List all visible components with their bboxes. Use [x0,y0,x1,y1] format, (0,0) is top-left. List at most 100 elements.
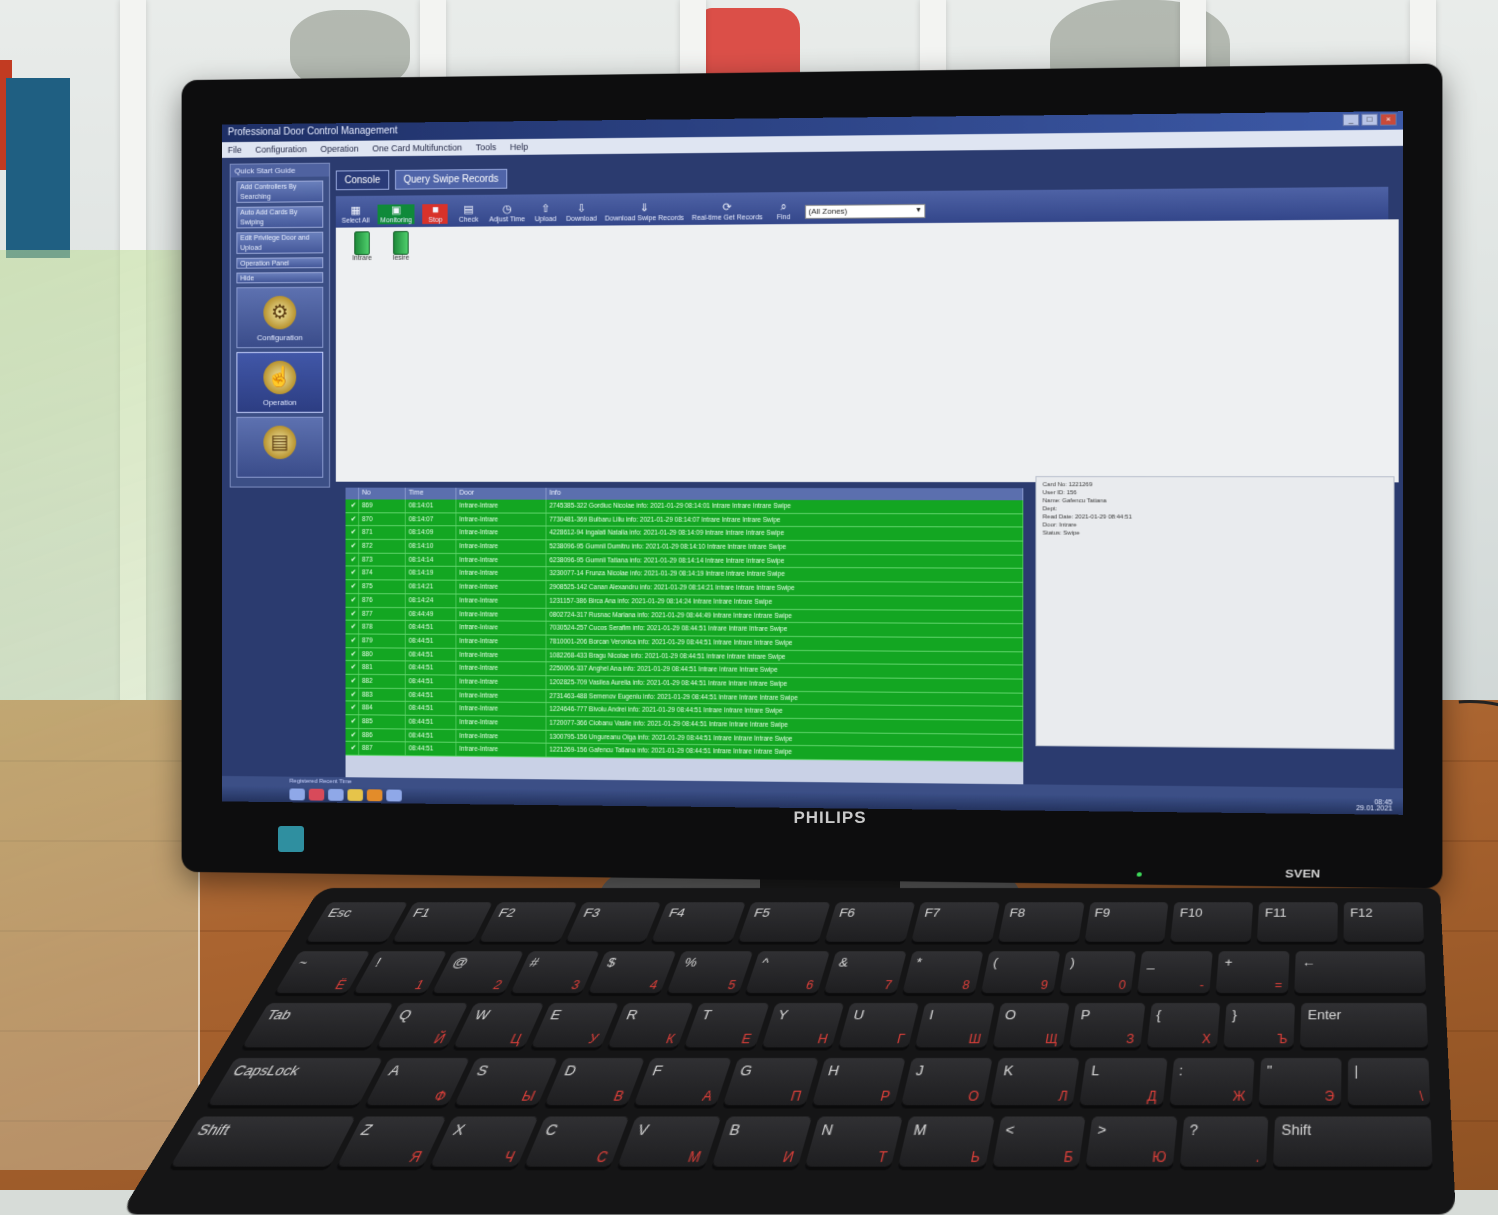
grid-col-no[interactable]: No [359,487,406,500]
key[interactable]: F5 [737,902,831,945]
nav-configuration[interactable]: ⚙ Configuration [236,286,324,349]
folder-icon[interactable] [347,789,363,802]
download-button[interactable]: ⇩ Download [566,203,597,223]
key[interactable]: #3 [508,951,601,997]
menu-configuration[interactable]: Configuration [255,141,307,157]
select-all-button[interactable]: ▦ Select All [342,205,370,225]
key[interactable]: GП [721,1058,819,1109]
key[interactable]: JО [900,1058,993,1109]
key[interactable]: F3 [563,902,662,945]
key[interactable]: < Б [991,1116,1086,1171]
key[interactable]: ?. [1179,1116,1269,1171]
key[interactable]: F1 [390,902,493,945]
key[interactable]: FА [632,1058,732,1109]
door-item[interactable]: Iesire [386,231,415,262]
auto-add-cards-button[interactable]: Auto Add Cards By Swiping [236,206,324,229]
menu-tools[interactable]: Tools [476,139,497,155]
key[interactable]: EУ [528,1003,619,1051]
row-check-icon[interactable]: ✔ [345,607,360,620]
key[interactable]: F10 [1170,902,1254,945]
key[interactable]: F7 [910,902,1000,945]
key[interactable]: SЫ [453,1058,558,1109]
tab-console[interactable]: Console [335,170,389,191]
grid-col-time[interactable]: Time [405,487,457,500]
key[interactable]: _ - [1137,951,1214,997]
row-check-icon[interactable]: ✔ [345,647,360,661]
key[interactable]: LД [1079,1058,1168,1109]
key[interactable]: KЛ [989,1058,1081,1109]
operation-panel-button[interactable]: Operation Panel [236,257,324,269]
key[interactable]: YН [760,1003,845,1051]
row-check-icon[interactable]: ✔ [345,728,360,742]
key[interactable]: (9 [980,951,1060,997]
maximize-button[interactable]: □ [1361,113,1378,126]
key[interactable]: $4 [587,951,677,997]
key[interactable]: & 7 [822,951,907,997]
key[interactable]: XЧ [428,1116,539,1171]
key[interactable]: Shift [1272,1116,1433,1171]
row-check-icon[interactable]: ✔ [345,512,360,526]
key[interactable]: Tab [240,1003,394,1051]
nav-operation[interactable]: ☝ Operation [236,351,324,413]
key[interactable]: Shift [167,1116,356,1171]
key[interactable]: HР [810,1058,906,1109]
key[interactable]: IШ [914,1003,995,1051]
monitoring-button[interactable]: ▣ Monitoring [377,204,415,225]
find-button[interactable]: ⌕ Find [771,201,797,221]
key[interactable]: UГ [837,1003,920,1051]
key[interactable]: > Ю [1085,1116,1178,1171]
menu-help[interactable]: Help [510,139,528,155]
key[interactable]: % 5 [665,951,754,997]
row-check-icon[interactable]: ✔ [345,553,360,566]
key[interactable]: {Х [1145,1003,1221,1051]
grid-col-info[interactable]: Info [546,487,1024,501]
key[interactable]: F11 [1257,902,1338,945]
minimize-button[interactable]: _ [1342,113,1360,127]
key[interactable]: VМ [616,1116,721,1171]
taskbar-clock[interactable]: 08:45 29.01.2021 [1356,799,1392,812]
row-check-icon[interactable]: ✔ [345,620,360,634]
row-check-icon[interactable]: ✔ [345,580,360,593]
start-button[interactable] [289,788,305,801]
key[interactable]: F9 [1083,902,1169,945]
key[interactable]: F4 [650,902,747,945]
key[interactable]: OЩ [991,1003,1070,1051]
key[interactable]: F2 [477,902,578,945]
menu-operation[interactable]: Operation [320,141,358,157]
row-check-icon[interactable]: ✔ [345,688,360,701]
key[interactable]: WЦ [451,1003,544,1051]
key[interactable]: * 8 [901,951,984,997]
key[interactable]: RК [605,1003,694,1051]
nav-card[interactable]: ▤ [236,416,324,478]
row-check-icon[interactable]: ✔ [345,593,360,607]
add-controllers-button[interactable]: Add Controllers By Searching [236,180,324,203]
key[interactable]: Esc [303,902,408,945]
key[interactable]: BИ [709,1116,813,1171]
key[interactable]: F6 [823,902,916,945]
key[interactable]: Enter [1300,1003,1429,1051]
key[interactable]: + = [1215,951,1290,997]
hide-button[interactable]: Hide [236,272,324,284]
key[interactable]: MЬ [897,1116,995,1171]
key[interactable]: PЗ [1068,1003,1145,1051]
row-check-icon[interactable]: ✔ [345,499,360,512]
taskbar-app-icon[interactable] [308,788,325,801]
upload-button[interactable]: ⇧ Upload [533,203,559,223]
row-check-icon[interactable]: ✔ [345,742,360,755]
key[interactable]: @2 [430,951,524,997]
door-item[interactable]: Intrare [347,231,376,262]
adjust-time-button[interactable]: ◷ Adjust Time [489,203,525,223]
row-check-icon[interactable]: ✔ [345,715,360,728]
check-button[interactable]: ▤ Check [456,204,481,224]
grid-col-door[interactable]: Door [456,487,547,500]
table-row[interactable]: ✔ 870 08:14:07 Intrare-Intrare 7730481-369 B… [345,512,1024,528]
key[interactable]: | \ [1347,1058,1431,1109]
key[interactable]: F8 [997,902,1085,945]
key[interactable]: } Ъ [1223,1003,1296,1051]
key[interactable]: ^ 6 [744,951,831,997]
row-check-icon[interactable]: ✔ [345,566,360,580]
menu-one-card[interactable]: One Card Multifunction [372,140,462,157]
row-check-icon[interactable]: ✔ [345,634,360,647]
row-check-icon[interactable]: ✔ [345,661,360,674]
key[interactable]: AФ [363,1058,471,1109]
